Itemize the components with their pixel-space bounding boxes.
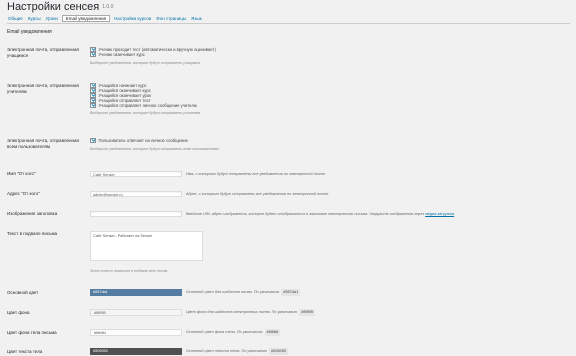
tab-email-notifications[interactable]: Email уведомления xyxy=(61,15,111,22)
tab-lessons[interactable]: Уроки xyxy=(45,15,59,22)
global-reply-option[interactable]: Пользователь отвечает на личное сообщени… xyxy=(90,137,220,144)
footer-text-label: Текст в подвале письма xyxy=(7,231,58,236)
base-color-default: #557da1 xyxy=(281,289,301,296)
checkbox[interactable] xyxy=(90,137,96,144)
from-name-description: Имя, с которого будут отправлены все уве… xyxy=(186,172,326,176)
from-address-description: Адрес, с которого будут отправлены все у… xyxy=(186,192,330,196)
body-text-color-label: Цвет текста тела xyxy=(7,349,43,354)
learner-course-end-option[interactable]: Ученик оканчивает курс xyxy=(90,51,216,58)
bg-color-label: Цвет фона xyxy=(7,310,30,315)
tab-language[interactable]: Язык xyxy=(190,15,203,22)
teacher-emails-options: Учащийся начинает курс Учащийся оканчива… xyxy=(90,82,202,115)
option-label: Ученик оканчивает курс xyxy=(98,52,145,57)
tabs-divider xyxy=(7,23,570,24)
footer-text-description: Этот текст появится в подвале всех писем… xyxy=(90,269,169,273)
body-text-color-default: #505050 xyxy=(269,348,288,355)
base-color-description: Основной цвет для шаблонов писем. По умо… xyxy=(186,289,301,296)
checkbox[interactable] xyxy=(90,51,96,58)
header-image-description: Введите URL-адрес изображения, которое б… xyxy=(186,211,454,217)
body-bg-color-picker[interactable]: #fdfdfd xyxy=(90,329,182,336)
base-color-label: Основной цвет xyxy=(7,290,39,295)
header-image-description-text: Введите URL-адрес изображения, которое б… xyxy=(186,212,426,216)
tab-courses[interactable]: Курсы xyxy=(27,15,42,22)
bg-color-picker[interactable]: #f5f5f5 xyxy=(90,309,182,316)
base-color-picker[interactable]: #557da1 xyxy=(90,289,182,296)
body-bg-color-default: #fdfdfd xyxy=(264,329,281,336)
from-address-label: Адрес "От кого" xyxy=(7,191,40,196)
global-emails-description: Выберите уведомления, которые будут отпр… xyxy=(90,147,220,151)
checkbox[interactable] xyxy=(90,102,96,109)
teacher-private-message-option[interactable]: Учащийся отправляет личное сообщение учи… xyxy=(90,102,201,109)
footer-text-textarea[interactable]: Сайт Sensei - Работает на Sensei xyxy=(90,231,203,261)
teacher-emails-description: Выберите уведомления, которые будут отпр… xyxy=(90,111,202,115)
settings-tabs: Общие Курсы Уроки Email уведомления Наст… xyxy=(7,15,203,22)
section-title: Email уведомления xyxy=(7,29,52,35)
learner-emails-description: Выберите уведомления, которые будут отпр… xyxy=(90,61,201,65)
body-bg-color-description: Основной цвет фона тела. По умолчанию #f… xyxy=(186,329,281,336)
page-title: Настройки сенсея 1.0.0 xyxy=(7,1,113,13)
header-image-input[interactable] xyxy=(90,211,182,217)
body-text-color-picker[interactable]: #505050 xyxy=(90,348,182,355)
base-color-description-text: Основной цвет для шаблонов писем. По умо… xyxy=(186,290,281,294)
bg-color-description-text: Цвет фона для шаблонов электронных писем… xyxy=(186,310,299,314)
body-bg-color-label: Цвет фона тела письма xyxy=(7,330,57,335)
bg-color-description: Цвет фона для шаблонов электронных писем… xyxy=(186,309,315,316)
option-label: Учащийся отправляет личное сообщение учи… xyxy=(98,103,197,108)
body-bg-color-description-text: Основной цвет фона тела. По умолчанию xyxy=(186,330,264,334)
version-badge: 1.0.0 xyxy=(102,4,114,11)
teacher-emails-label: Электронная почта, отправленная учителям xyxy=(7,83,79,94)
tab-course-settings[interactable]: Настройки курсов xyxy=(113,15,152,22)
tab-general[interactable]: Общие xyxy=(7,15,24,22)
option-label: Пользователь отвечает на личное сообщени… xyxy=(98,138,188,143)
from-name-label: Имя "От кого" xyxy=(7,171,36,176)
from-name-input[interactable]: Сайт Sensei xyxy=(90,171,182,177)
learner-emails-options: Ученик проходит тест (автоматически и вр… xyxy=(90,46,216,65)
learner-emails-label: Электронная почта, отправленная учащимся xyxy=(7,47,79,58)
global-emails-options: Пользователь отвечает на личное сообщени… xyxy=(90,137,220,151)
header-image-label: Изображение заголовка xyxy=(7,211,58,216)
global-emails-label: Электронная почта, отправленная всем пол… xyxy=(7,138,79,149)
bg-color-default: #f5f5f5 xyxy=(299,309,315,316)
body-text-color-description: Основной цвет текста тела. По умолчанию … xyxy=(186,348,288,355)
body-text-color-description-text: Основной цвет текста тела. По умолчанию xyxy=(186,349,269,353)
from-address-input[interactable]: admin@sensei.ru xyxy=(90,191,182,197)
page-title-text: Настройки сенсея xyxy=(7,1,100,13)
media-uploader-link[interactable]: медиа-загрузчик xyxy=(425,212,454,216)
tab-page-background[interactable]: Фон страницы xyxy=(155,15,187,22)
